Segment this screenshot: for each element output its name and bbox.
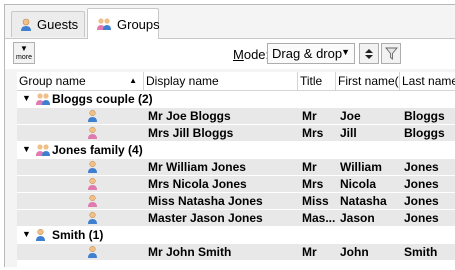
mode-select[interactable]: Drag & drop ▼ (267, 43, 355, 64)
table-header: Group name ▲ Display name Title First na… (17, 72, 455, 91)
table-row[interactable]: Mrs Nicola Jones Mrs Nicola Jones (17, 176, 455, 193)
cell-first: Jason (340, 211, 375, 225)
group-row[interactable]: ▼ Bloggs couple (2) (17, 91, 455, 108)
column-header-label: Last name( (402, 74, 455, 88)
sort-arrows-icon (365, 48, 373, 59)
cell-display: Mr John Smith (148, 245, 232, 259)
column-header-label: Title (300, 74, 323, 88)
cell-display: Mrs Jill Bloggs (148, 126, 234, 140)
group-row[interactable]: ▼ Jones family (4) (17, 142, 455, 159)
cell-first: Nicola (340, 177, 377, 191)
group-label: Smith (1) (52, 228, 104, 242)
male-person-icon (87, 160, 98, 177)
tab-groups-label: Groups (117, 16, 160, 32)
group-row[interactable]: ▼ Smith (1) (17, 227, 455, 244)
group-icon (35, 143, 51, 160)
sort-toggle-button[interactable] (359, 43, 379, 64)
sort-ascending-icon: ▲ (129, 76, 137, 85)
table-row[interactable]: Mr William Jones Mr William Jones (17, 159, 455, 176)
collapse-toggle-icon[interactable]: ▼ (22, 144, 31, 154)
chevron-down-icon: ▼ (341, 47, 350, 57)
cell-display: Mr Joe Bloggs (148, 109, 231, 123)
cell-first: John (340, 245, 369, 259)
group-icon (35, 92, 51, 109)
table-row[interactable]: Mr Joe Bloggs Mr Joe Bloggs (17, 108, 455, 125)
cell-display: Mr William Jones (148, 160, 246, 174)
collapse-toggle-icon[interactable]: ▼ (22, 229, 31, 239)
cell-first: Joe (340, 109, 361, 123)
cell-last: Smith (404, 245, 438, 259)
column-header-group-name[interactable]: Group name ▲ (17, 72, 144, 90)
group-label: Jones family (4) (52, 143, 143, 157)
app-window: Guests Groups ▼ more Mode: Drag & drop ▼ (4, 4, 455, 267)
female-person-icon (87, 194, 98, 211)
cell-last: Jones (404, 160, 439, 174)
mode-label: Mode: (233, 47, 269, 62)
cell-first: Jill (340, 126, 357, 140)
mode-select-value: Drag & drop (272, 46, 343, 61)
cell-title: Mrs (302, 177, 324, 191)
cell-title: Mr (302, 245, 317, 259)
group-label: Bloggs couple (2) (52, 92, 153, 106)
filter-icon (384, 47, 398, 60)
tab-guests[interactable]: Guests (11, 11, 85, 37)
cell-title: Mrs (302, 126, 324, 140)
person-icon (35, 228, 46, 245)
male-person-icon (87, 245, 98, 262)
toolbar: ▼ more Mode: Drag & drop ▼ (5, 38, 455, 69)
group-icon (96, 17, 112, 31)
person-icon (20, 18, 32, 32)
male-person-icon (87, 211, 98, 228)
column-header-label: First name(s (338, 74, 400, 88)
cell-first: William (340, 160, 382, 174)
filter-button[interactable] (381, 43, 401, 64)
tab-guests-label: Guests (37, 17, 79, 32)
table-row[interactable]: Miss Natasha Jones Miss Natasha Jones (17, 193, 455, 210)
more-button[interactable]: ▼ more (13, 42, 35, 64)
mode-label-accel: M (233, 47, 244, 62)
cell-last: Jones (404, 177, 439, 191)
triangle-down-icon: ▼ (20, 44, 28, 53)
column-header-first-name[interactable]: First name(s (336, 72, 400, 90)
column-header-last-name[interactable]: Last name( (400, 72, 455, 90)
cell-title: Miss (302, 194, 329, 208)
collapse-toggle-icon[interactable]: ▼ (22, 93, 31, 103)
female-person-icon (87, 177, 98, 194)
cell-title: Mas... (302, 211, 336, 225)
table-row[interactable]: Mrs Jill Bloggs Mrs Jill Bloggs (17, 125, 455, 142)
cell-display: Miss Natasha Jones (148, 194, 263, 208)
tab-bar: Guests Groups (5, 5, 455, 39)
cell-display: Master Jason Jones (148, 211, 263, 225)
male-person-icon (87, 109, 98, 126)
column-header-label: Display name (146, 74, 219, 88)
table-row[interactable]: Mr John Smith Mr John Smith (17, 244, 455, 261)
groups-table: Group name ▲ Display name Title First na… (17, 72, 455, 267)
column-header-title[interactable]: Title (298, 72, 336, 90)
column-header-label: Group name (19, 74, 86, 88)
cell-first: Natasha (340, 194, 387, 208)
cell-title: Mr (302, 109, 317, 123)
tab-groups[interactable]: Groups (87, 8, 160, 39)
cell-last: Jones (404, 194, 439, 208)
female-person-icon (87, 126, 98, 143)
column-header-display-name[interactable]: Display name (144, 72, 298, 90)
mode-label-rest: ode: (243, 47, 270, 62)
cell-title: Mr (302, 160, 317, 174)
cell-display: Mrs Nicola Jones (148, 177, 247, 191)
cell-last: Jones (404, 211, 439, 225)
more-label: more (16, 54, 32, 61)
cell-last: Bloggs (404, 126, 445, 140)
cell-last: Bloggs (404, 109, 445, 123)
table-row[interactable]: Master Jason Jones Mas... Jason Jones (17, 210, 455, 227)
